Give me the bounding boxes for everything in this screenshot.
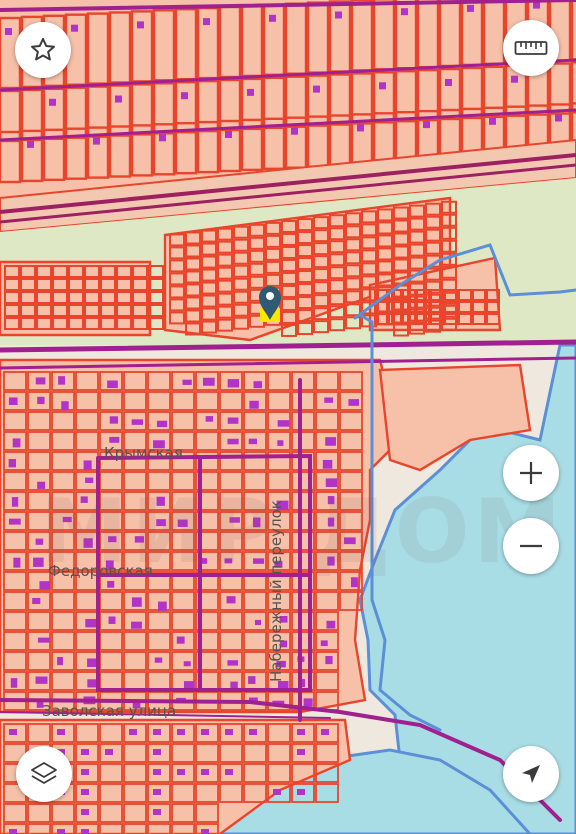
location-pin-icon[interactable] [259, 286, 281, 322]
navigation-arrow-icon [522, 765, 540, 783]
layers-button[interactable] [16, 746, 72, 802]
street-label-krymskaya: Крымская [104, 444, 183, 462]
zoom-out-button[interactable] [503, 518, 559, 574]
street-label-naberezhny: Набережный переулок [267, 500, 285, 682]
map-canvas[interactable]: Крымская Федоровская Набережный переулок… [0, 0, 576, 834]
ruler-icon [514, 41, 548, 55]
plus-icon [520, 462, 542, 484]
zoom-in-button[interactable] [503, 445, 559, 501]
minus-icon [520, 544, 542, 548]
street-label-fedorovskaya: Федоровская [48, 562, 153, 580]
favorite-button[interactable] [15, 22, 71, 78]
street-label-zavolskaya: Заволская улица [42, 702, 176, 720]
layers-icon [31, 762, 57, 784]
ruler-button[interactable] [503, 20, 559, 76]
locate-button[interactable] [503, 746, 559, 802]
star-icon [31, 37, 55, 61]
